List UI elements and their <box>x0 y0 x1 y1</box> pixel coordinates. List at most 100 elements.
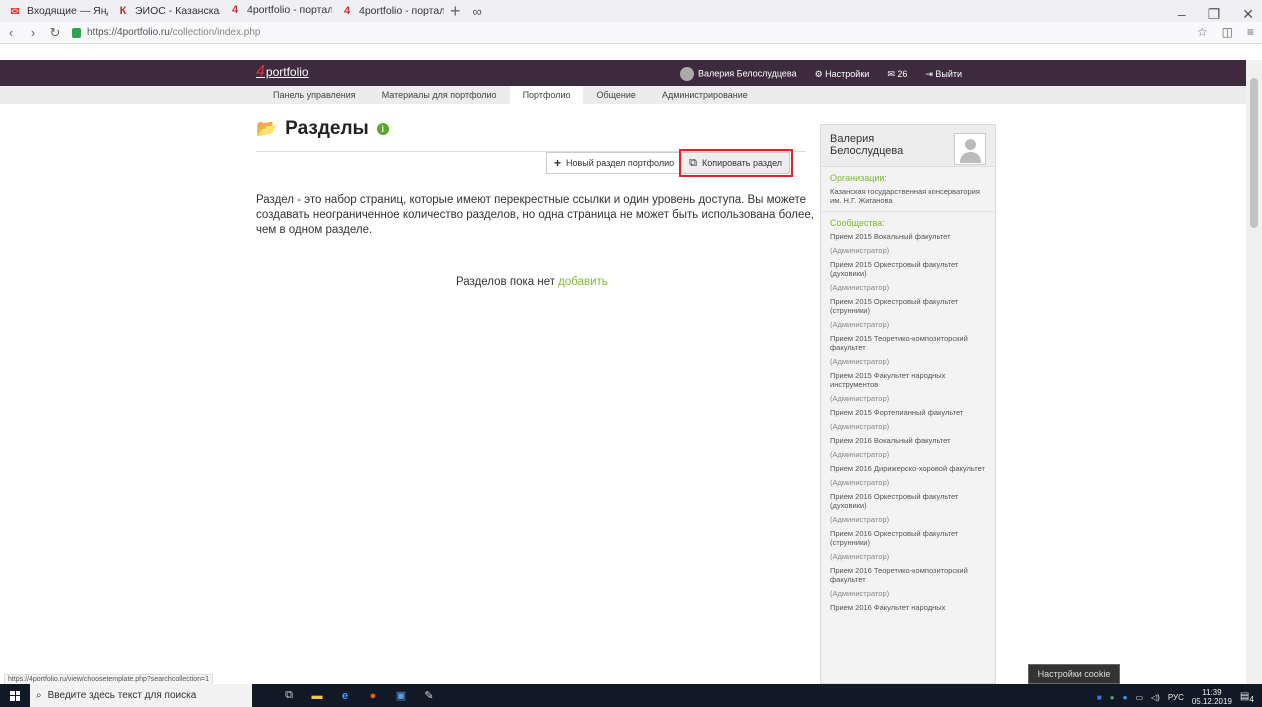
plus-icon: + <box>554 156 562 170</box>
logo-four-mark: 4 <box>256 63 265 80</box>
back-icon[interactable]: ‹ <box>0 25 22 40</box>
community-link[interactable]: Прием 2015 Вокальный факультет <box>830 232 986 241</box>
community-item: Прием 2016 Оркестровый факультет (струнн… <box>830 529 986 561</box>
copy-icon: ⧉ <box>689 156 698 169</box>
gear-icon: ⚙ <box>814 68 826 79</box>
network-icon[interactable]: ▭ <box>1135 693 1143 702</box>
nav-communication[interactable]: Общение <box>583 86 648 104</box>
community-item: Прием 2015 Оркестровый факультет (струнн… <box>830 297 986 329</box>
nav-portfolio[interactable]: Портфолио <box>509 86 584 104</box>
taskbar-search[interactable]: ⌕ Введите здесь текст для поиска <box>30 684 252 707</box>
url-bar-actions: ☆ ◫ ≡ <box>1197 25 1254 39</box>
community-item: Прием 2015 Теоретико-композиторский факу… <box>830 334 986 366</box>
new-section-button[interactable]: + Новый раздел портфолио <box>546 152 683 174</box>
info-icon[interactable]: i <box>376 123 389 135</box>
community-item: Прием 2016 Теоретико-композиторский факу… <box>830 566 986 598</box>
community-link[interactable]: Прием 2015 Оркестровый факультет (духови… <box>830 260 986 278</box>
language-indicator[interactable]: РУС <box>1168 693 1184 702</box>
cookie-settings-button[interactable]: Настройки cookie <box>1028 664 1120 684</box>
site-header: 4portfolio Валерия Белослудцева ⚙ Настро… <box>0 60 1246 86</box>
file-explorer-icon[interactable]: ▬ <box>310 689 324 703</box>
lock-icon <box>72 27 81 38</box>
profile-name[interactable]: Валерия Белослудцева <box>830 133 940 158</box>
community-item: Прием 2016 Оркестровый факультет (духови… <box>830 492 986 524</box>
reload-icon[interactable]: ↻ <box>44 25 66 41</box>
main-nav: Панель управления Материалы для портфоли… <box>0 86 1246 104</box>
logout-icon: ⇥ <box>925 68 936 79</box>
page-scrollbar[interactable] <box>1246 60 1262 684</box>
windows-logo-icon <box>10 690 20 701</box>
community-item: Прием 2016 Факультет народных <box>830 603 986 612</box>
url-field[interactable]: https://4portfolio.ru/collection/index.p… <box>72 27 260 38</box>
scrollbar-thumb[interactable] <box>1250 78 1258 228</box>
photos-app-icon[interactable]: ▣ <box>394 689 408 703</box>
community-link[interactable]: Прием 2015 Оркестровый факультет (струнн… <box>830 297 986 315</box>
organization-link[interactable]: Казанская государственная консерватория … <box>830 187 986 205</box>
community-link[interactable]: Прием 2016 Вокальный факультет <box>830 436 986 445</box>
settings-link[interactable]: ⚙ Настройки <box>815 69 870 80</box>
community-role: (Администратор) <box>830 478 890 487</box>
notification-center-icon[interactable]: ▤4 <box>1240 691 1254 704</box>
community-role: (Администратор) <box>830 450 890 459</box>
taskbar-apps: ⧉ ▬ e ● ▣ ✎ <box>282 689 436 703</box>
community-link[interactable]: Прием 2015 Фортепианный факультет <box>830 408 986 417</box>
bookmark-star-icon[interactable]: ☆ <box>1197 25 1208 39</box>
organizations-heading: Организации: <box>830 173 887 183</box>
menu-icon[interactable]: ≡ <box>1247 25 1254 39</box>
messages-link[interactable]: ✉ 26 <box>887 69 907 80</box>
paint-app-icon[interactable]: ✎ <box>422 689 436 703</box>
nav-dashboard[interactable]: Панель управления <box>260 86 369 104</box>
firefox-icon[interactable]: ● <box>366 689 380 703</box>
clock[interactable]: 11:39 05.12.2019 <box>1192 688 1232 706</box>
community-link[interactable]: Прием 2016 Факультет народных <box>830 603 986 612</box>
community-link[interactable]: Прием 2016 Оркестровый факультет (струнн… <box>830 529 986 547</box>
system-tray: ■ ● ● ▭ ◁) РУС 11:39 05.12.2019 ▤4 <box>1097 688 1254 706</box>
minimize-icon[interactable]: – <box>1178 6 1186 23</box>
avatar[interactable] <box>954 133 986 165</box>
community-item: Прием 2015 Вокальный факультет (Администр… <box>830 232 986 255</box>
edge-browser-icon[interactable]: e <box>338 689 352 703</box>
forward-icon[interactable]: › <box>22 25 44 40</box>
add-section-link[interactable]: добавить <box>558 276 608 288</box>
empty-state: Разделов пока нет добавить <box>456 276 608 288</box>
copy-section-button[interactable]: ⧉ Копировать раздел <box>679 149 794 177</box>
communities-heading: Сообщества: <box>830 218 885 228</box>
new-tab-icon[interactable]: + <box>444 1 467 22</box>
folder-open-icon: 📂 <box>256 119 278 138</box>
community-item: Прием 2016 Дирижерско-хоровой факультет (… <box>830 464 986 487</box>
portfolio-icon: 4 <box>231 4 239 16</box>
restore-icon[interactable]: ❐ <box>1208 6 1221 23</box>
volume-icon[interactable]: ◁) <box>1151 693 1160 702</box>
community-role: (Администратор) <box>830 394 890 403</box>
nav-administration[interactable]: Администрирование <box>649 86 761 104</box>
mail-icon: ✉ <box>10 5 20 18</box>
page-title: 📂 Разделы i <box>256 118 808 140</box>
community-link[interactable]: Прием 2015 Теоретико-композиторский факу… <box>830 334 986 352</box>
nav-materials[interactable]: Материалы для портфолио <box>369 86 510 104</box>
logout-link[interactable]: ⇥ Выйти <box>925 69 962 80</box>
profile-sidebar: Валерия Белослудцева Организации: Казанс… <box>820 124 996 684</box>
community-link[interactable]: Прием 2016 Дирижерско-хоровой факультет <box>830 464 986 473</box>
organizations-section: Организации: Казанская государственная к… <box>821 167 995 212</box>
community-item: Прием 2015 Оркестровый факультет (духови… <box>830 260 986 292</box>
browser-tab-strip: ✉ Входящие — Яндекс.П К ЭИОС - Казанская… <box>0 0 1262 25</box>
site-logo[interactable]: 4portfolio <box>256 63 309 81</box>
community-role: (Администратор) <box>830 246 890 255</box>
community-link[interactable]: Прием 2016 Теоретико-композиторский факу… <box>830 566 986 584</box>
close-icon[interactable]: ✕ <box>1242 6 1254 23</box>
user-link[interactable]: Валерия Белослудцева <box>680 67 797 81</box>
pocket-icon[interactable]: ◫ <box>1222 25 1233 39</box>
community-link[interactable]: Прием 2015 Факультет народных инструмент… <box>830 371 986 389</box>
bluetooth-icon[interactable]: ● <box>1123 693 1128 702</box>
tray-app-icon[interactable]: ● <box>1110 693 1115 702</box>
community-link[interactable]: Прием 2016 Оркестровый факультет (духови… <box>830 492 986 510</box>
address-bar: ‹ › ↻ https://4portfolio.ru/collection/i… <box>0 22 1262 44</box>
tray-app-icon[interactable]: ■ <box>1097 693 1102 702</box>
community-role: (Администратор) <box>830 283 890 292</box>
task-view-icon[interactable]: ⧉ <box>282 689 296 703</box>
start-button[interactable] <box>0 684 30 707</box>
toolbar: + Новый раздел портфолио ⧉ Копировать ра… <box>546 149 794 177</box>
communities-section: Сообщества: Прием 2015 Вокальный факульт… <box>821 212 995 623</box>
community-item: Прием 2015 Факультет народных инструмент… <box>830 371 986 403</box>
community-role: (Администратор) <box>830 422 890 431</box>
